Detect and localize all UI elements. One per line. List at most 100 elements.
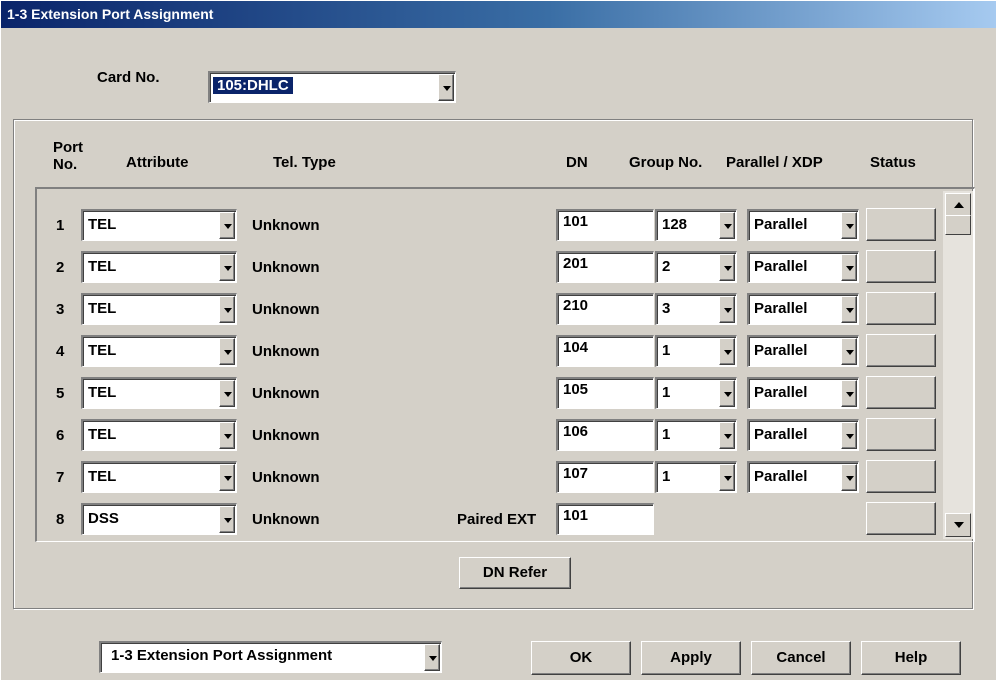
attribute-select[interactable]: TEL [81, 335, 237, 367]
parallel-value: Parallel [754, 300, 808, 317]
dn-input[interactable]: 201 [556, 251, 654, 283]
group-no-select[interactable]: 128 [655, 209, 737, 241]
status-button[interactable] [866, 460, 936, 493]
attribute-value: TEL [88, 426, 117, 443]
cancel-label: Cancel [776, 649, 826, 666]
attribute-select[interactable]: TEL [81, 209, 237, 241]
chevron-down-icon[interactable] [438, 74, 454, 101]
apply-button[interactable]: Apply [641, 641, 741, 675]
status-button[interactable] [866, 250, 936, 283]
attribute-select[interactable]: TEL [81, 419, 237, 451]
parallel-value: Parallel [754, 216, 808, 233]
status-button[interactable] [866, 208, 936, 241]
chevron-down-icon[interactable] [219, 296, 235, 323]
col-dn: DN [566, 154, 588, 171]
scroll-down-icon[interactable] [945, 513, 971, 537]
chevron-down-icon[interactable] [219, 380, 235, 407]
chevron-down-icon[interactable] [719, 380, 735, 407]
group-no-select[interactable]: 1 [655, 335, 737, 367]
port-number: 4 [56, 343, 65, 360]
chevron-down-icon[interactable] [841, 422, 857, 449]
card-no-select[interactable]: 105:DHLC [208, 71, 456, 103]
attribute-select[interactable]: DSS [81, 503, 237, 535]
port-number: 5 [56, 385, 65, 402]
attribute-select[interactable]: TEL [81, 377, 237, 409]
parallel-select[interactable]: Parallel [747, 209, 859, 241]
port-number: 1 [56, 217, 65, 234]
dn-input[interactable]: 101 [556, 209, 654, 241]
port-number: 8 [56, 511, 65, 528]
parallel-select[interactable]: Parallel [747, 335, 859, 367]
group-no-select[interactable]: 2 [655, 251, 737, 283]
chevron-down-icon[interactable] [719, 338, 735, 365]
scroll-up-icon[interactable] [945, 193, 971, 217]
chevron-down-icon[interactable] [719, 212, 735, 239]
chevron-down-icon[interactable] [841, 380, 857, 407]
dn-input[interactable]: 210 [556, 293, 654, 325]
status-button[interactable] [866, 502, 936, 535]
parallel-value: Parallel [754, 468, 808, 485]
parallel-value: Parallel [754, 426, 808, 443]
title-bar: 1-3 Extension Port Assignment [1, 1, 996, 28]
screen-select[interactable]: 1-3 Extension Port Assignment [99, 641, 442, 673]
attribute-select[interactable]: TEL [81, 293, 237, 325]
card-no-value: 105:DHLC [213, 77, 293, 94]
chevron-down-icon[interactable] [841, 464, 857, 491]
chevron-down-icon[interactable] [841, 296, 857, 323]
chevron-down-icon[interactable] [219, 422, 235, 449]
dn-input[interactable]: 106 [556, 419, 654, 451]
window-title: 1-3 Extension Port Assignment [7, 6, 214, 22]
group-no-select[interactable]: 3 [655, 293, 737, 325]
col-attribute: Attribute [126, 154, 189, 171]
chevron-down-icon[interactable] [719, 422, 735, 449]
group-no-select[interactable]: 1 [655, 461, 737, 493]
parallel-select[interactable]: Parallel [747, 377, 859, 409]
group-no-value: 128 [662, 216, 688, 233]
parallel-select[interactable]: Parallel [747, 251, 859, 283]
group-no-select[interactable]: 1 [655, 377, 737, 409]
chevron-down-icon[interactable] [719, 296, 735, 323]
chevron-down-icon[interactable] [219, 338, 235, 365]
chevron-down-icon[interactable] [219, 254, 235, 281]
vertical-scrollbar[interactable] [943, 191, 973, 539]
attribute-value: TEL [88, 342, 117, 359]
group-no-select[interactable]: 1 [655, 419, 737, 451]
col-port-no: Port No. [53, 139, 83, 173]
chevron-down-icon[interactable] [219, 212, 235, 239]
dn-input[interactable]: 105 [556, 377, 654, 409]
chevron-down-icon[interactable] [219, 464, 235, 491]
chevron-down-icon[interactable] [841, 254, 857, 281]
chevron-down-icon[interactable] [219, 506, 235, 533]
help-label: Help [894, 649, 928, 666]
cancel-button[interactable]: Cancel [751, 641, 851, 675]
dn-refer-button[interactable]: DN Refer [459, 557, 571, 589]
dn-input[interactable]: 107 [556, 461, 654, 493]
dn-input[interactable]: 104 [556, 335, 654, 367]
chevron-down-icon[interactable] [719, 464, 735, 491]
attribute-select[interactable]: TEL [81, 461, 237, 493]
group-no-value: 2 [662, 258, 671, 275]
col-parallel-xdp: Parallel / XDP [726, 154, 823, 171]
tel-type-value: Unknown [252, 217, 320, 234]
chevron-down-icon[interactable] [424, 644, 440, 671]
parallel-select[interactable]: Parallel [747, 419, 859, 451]
chevron-down-icon[interactable] [719, 254, 735, 281]
port-number: 7 [56, 469, 65, 486]
status-button[interactable] [866, 292, 936, 325]
attribute-select[interactable]: TEL [81, 251, 237, 283]
parallel-select[interactable]: Parallel [747, 461, 859, 493]
status-button[interactable] [866, 418, 936, 451]
chevron-down-icon[interactable] [841, 338, 857, 365]
ok-button[interactable]: OK [531, 641, 631, 675]
tel-type-value: Unknown [252, 427, 320, 444]
help-button[interactable]: Help [861, 641, 961, 675]
parallel-select[interactable]: Parallel [747, 293, 859, 325]
col-status: Status [870, 154, 916, 171]
group-no-value: 3 [662, 300, 671, 317]
chevron-down-icon[interactable] [841, 212, 857, 239]
paired-ext-input[interactable]: 101 [556, 503, 654, 535]
col-group-no: Group No. [629, 154, 703, 171]
status-button[interactable] [866, 376, 936, 409]
status-button[interactable] [866, 334, 936, 367]
scroll-thumb[interactable] [945, 215, 971, 235]
